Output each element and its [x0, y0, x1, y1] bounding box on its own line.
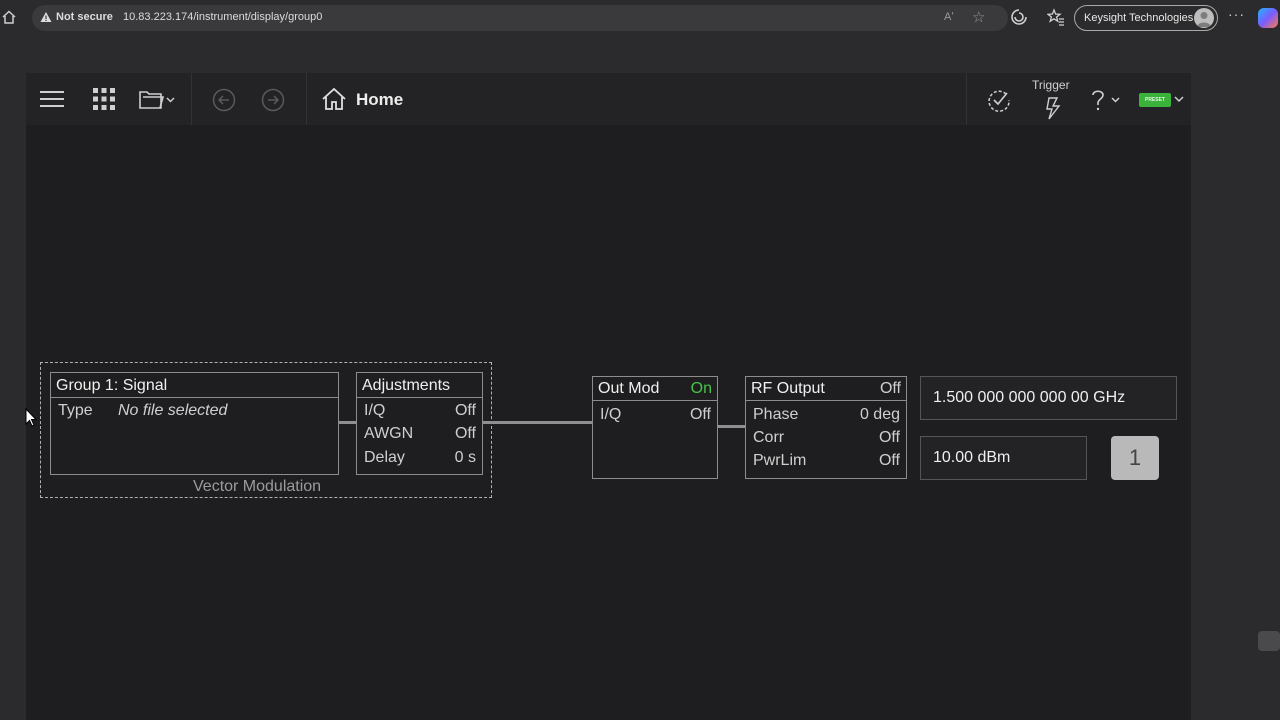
rf-pwrlim-value: Off — [878, 452, 900, 469]
url-text[interactable]: 10.83.223.174/instrument/display/group0 — [123, 11, 322, 23]
rf-output-block[interactable]: RF Output Off Phase 0 deg Corr Off PwrLi… — [745, 376, 907, 479]
rf-corr-value: Off — [878, 429, 900, 446]
rf-phase-value: 0 deg — [859, 406, 900, 423]
user-avatar-icon — [1197, 12, 1211, 27]
favorite-star-icon[interactable]: ☆ — [972, 8, 985, 26]
toolbar-divider — [191, 73, 192, 125]
signal-wire — [339, 421, 356, 424]
out-mod-status: On — [690, 380, 712, 397]
block-divider — [746, 400, 906, 401]
channel-button[interactable]: 1 — [1111, 436, 1159, 480]
toolbar-divider — [966, 73, 967, 125]
browser-home-icon[interactable] — [0, 8, 18, 26]
out-mod-title: Out Mod — [598, 380, 660, 397]
adjustments-delay-value: 0 s — [454, 449, 476, 466]
adjustments-block[interactable]: Adjustments I/Q Off AWGN Off Delay 0 s — [356, 372, 483, 475]
block-divider — [51, 397, 338, 398]
page-title: Home — [356, 90, 404, 109]
adjustments-iq-value: Off — [454, 402, 476, 419]
adjustments-iq-label: I/Q — [364, 402, 386, 419]
profile-button[interactable]: Keysight Technologies — [1074, 5, 1218, 31]
block-divider — [593, 400, 717, 401]
signal-wire — [718, 425, 745, 428]
mouse-cursor-icon — [25, 408, 37, 427]
adjustments-awgn-label: AWGN — [364, 425, 414, 442]
amplitude-field[interactable]: 10.00 dBm — [920, 436, 1087, 480]
group-caption: Vector Modulation — [193, 478, 322, 495]
preset-button[interactable]: PRESET — [1139, 93, 1171, 107]
side-panel-thumbnail-icon[interactable] — [1258, 631, 1280, 651]
back-arrow-icon[interactable] — [212, 88, 236, 112]
signal-block-title: Group 1: Signal — [56, 377, 168, 394]
frequency-value: 1.500 000 000 000 00 GHz — [933, 389, 1126, 406]
read-aloud-icon[interactable]: Aʹ — [944, 11, 953, 23]
out-mod-iq-label: I/Q — [600, 406, 622, 423]
forward-arrow-icon[interactable] — [261, 88, 285, 112]
hamburger-menu-icon[interactable] — [40, 89, 64, 109]
out-mod-block[interactable]: Out Mod On I/Q Off — [592, 376, 718, 479]
rf-output-status: Off — [879, 380, 901, 397]
home-icon[interactable] — [321, 87, 347, 111]
not-secure-label[interactable]: Not secure — [56, 11, 113, 23]
apps-grid-icon[interactable] — [93, 88, 115, 110]
profile-name: Keysight Technologies — [1084, 12, 1194, 24]
adjustments-delay-label: Delay — [364, 449, 405, 466]
browser-toolbar: Not secure 10.83.223.174/instrument/disp… — [0, 0, 1280, 36]
signal-wire — [483, 421, 592, 424]
frequency-field[interactable]: 1.500 000 000 000 00 GHz — [920, 376, 1177, 420]
avatar — [1194, 8, 1214, 28]
app-toolbar: Home Trigger PRESET — [26, 73, 1191, 125]
adjustments-title: Adjustments — [362, 377, 451, 394]
block-divider — [357, 397, 482, 398]
address-bar[interactable]: Not secure 10.83.223.174/instrument/disp… — [32, 5, 1008, 31]
chevron-down-icon[interactable] — [1174, 95, 1184, 103]
favorites-icon[interactable] — [1047, 8, 1065, 26]
adjustments-awgn-value: Off — [454, 425, 476, 442]
status-check-icon[interactable] — [987, 88, 1011, 112]
rf-output-title: RF Output — [751, 380, 825, 397]
trigger-label[interactable]: Trigger — [1032, 78, 1070, 92]
amplitude-value: 10.00 dBm — [933, 449, 1011, 466]
extensions-icon[interactable] — [1010, 8, 1028, 26]
toolbar-divider — [306, 73, 307, 125]
type-value: No file selected — [118, 402, 228, 419]
trigger-icon[interactable] — [1044, 95, 1062, 121]
signal-block[interactable]: Group 1: Signal Type No file selected — [50, 372, 339, 475]
more-options-icon[interactable]: ··· — [1228, 6, 1245, 22]
out-mod-iq-value: Off — [689, 406, 711, 423]
type-label: Type — [58, 402, 93, 419]
warning-icon[interactable] — [40, 11, 52, 23]
help-menu-icon[interactable] — [1090, 88, 1124, 112]
rf-corr-label: Corr — [753, 429, 785, 446]
rf-phase-label: Phase — [753, 406, 799, 423]
copilot-icon[interactable] — [1258, 8, 1278, 28]
folder-menu-icon[interactable] — [139, 88, 177, 110]
rf-pwrlim-label: PwrLim — [753, 452, 807, 469]
